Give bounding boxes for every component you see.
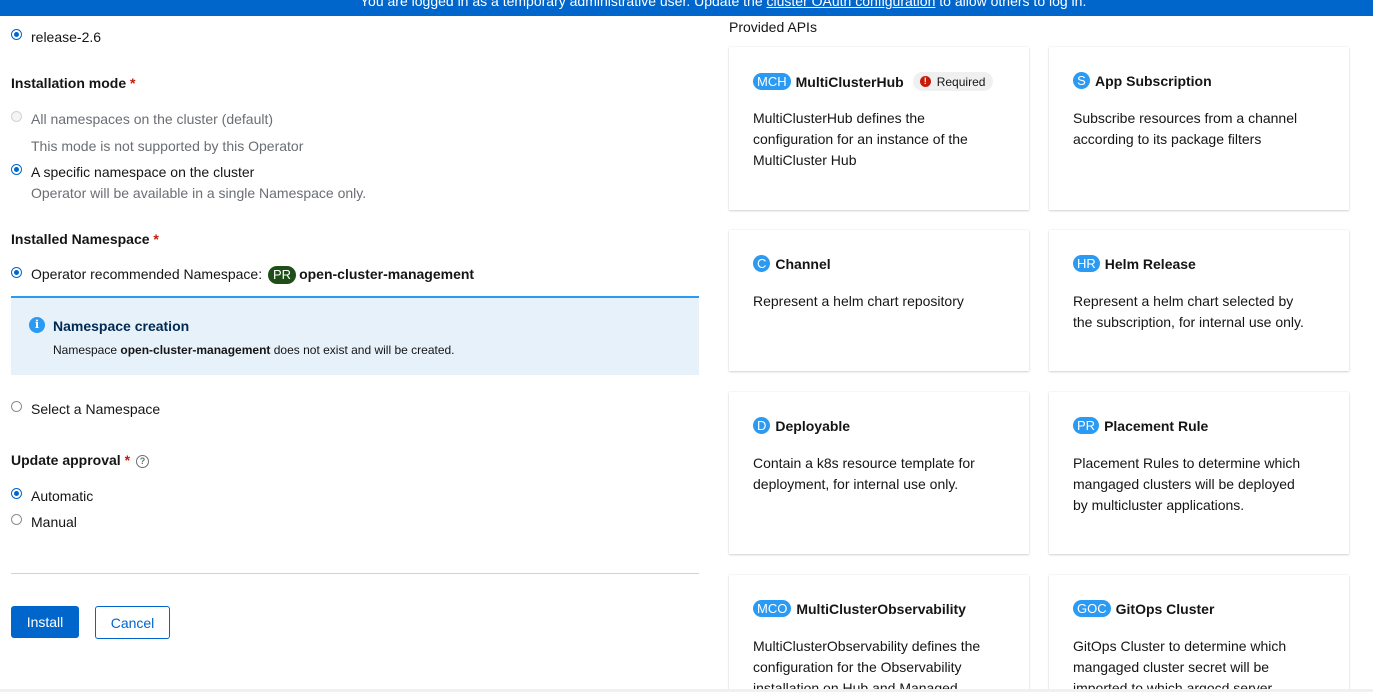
api-name: Channel bbox=[775, 255, 831, 272]
api-description: MultiClusterHub defines the configuratio… bbox=[753, 110, 968, 168]
api-badge: GOC bbox=[1073, 600, 1111, 617]
info-icon: i bbox=[29, 317, 45, 333]
api-card-multiclusterhub[interactable]: MCH MultiClusterHub ! Required MultiClust… bbox=[729, 47, 1029, 210]
installed-namespace-text: Installed Namespace bbox=[11, 231, 150, 247]
channel-label: release-2.6 bbox=[31, 29, 102, 45]
api-badge: C bbox=[753, 255, 771, 272]
installation-mode-text: Installation mode bbox=[11, 75, 127, 91]
api-description: GitOps Cluster to determine which mangag… bbox=[1073, 638, 1287, 692]
api-badge: HR bbox=[1073, 255, 1100, 272]
api-card-title: PR Placement Rule bbox=[1073, 417, 1208, 434]
all-namespaces-helper: This mode is not supported by this Opera… bbox=[31, 138, 304, 154]
alert-body-namespace: open-cluster-management bbox=[120, 343, 271, 357]
recommended-namespace-row: Operator recommended Namespace: PR open-c… bbox=[31, 265, 474, 284]
alert-title: Namespace creation bbox=[53, 318, 190, 334]
api-badge: S bbox=[1073, 72, 1090, 89]
question-circle-icon[interactable]: ? bbox=[136, 455, 150, 468]
required-mark: * bbox=[130, 75, 136, 91]
api-card-helm-release[interactable]: HR Helm Release Represent a helm chart s… bbox=[1049, 230, 1349, 371]
namespace-creation-alert: i Namespace creation Namespace open-clus… bbox=[11, 296, 699, 375]
all-namespaces-label: All namespaces on the cluster (default) bbox=[31, 111, 274, 127]
api-description: Represent a helm chart repository bbox=[753, 293, 964, 309]
recommended-namespace-name: open-cluster-management bbox=[299, 266, 475, 282]
alert-body-after: does not exist and will be created. bbox=[270, 343, 455, 357]
api-card-title: MCO MultiClusterObservability bbox=[753, 600, 966, 617]
api-badge: MCO bbox=[753, 600, 792, 617]
select-namespace-radio[interactable] bbox=[11, 401, 22, 412]
api-name: MultiClusterHub bbox=[795, 73, 904, 90]
api-name: Helm Release bbox=[1104, 255, 1196, 272]
installed-namespace-label: Installed Namespace * bbox=[11, 231, 159, 247]
api-description: Placement Rules to determine which manga… bbox=[1073, 455, 1301, 513]
api-description: Represent a helm chart selected by the s… bbox=[1073, 293, 1304, 330]
alert-body: Namespace open-cluster-management does n… bbox=[53, 343, 455, 357]
banner-text-before: You are logged in as a temporary adminis… bbox=[360, 0, 767, 9]
cancel-button[interactable]: Cancel bbox=[95, 606, 170, 639]
update-approval-label: Update approval *? bbox=[11, 452, 150, 468]
required-text: Required bbox=[936, 74, 986, 89]
api-card-gitops-cluster[interactable]: GOC GitOps Cluster GitOps Cluster to det… bbox=[1049, 575, 1349, 692]
api-card-deployable[interactable]: D Deployable Contain a k8s resource temp… bbox=[729, 392, 1029, 554]
api-description: Subscribe resources from a channel accor… bbox=[1073, 110, 1298, 147]
banner-text-after: to allow others to log in. bbox=[935, 0, 1087, 9]
automatic-label: Automatic bbox=[31, 488, 94, 504]
recommended-namespace-radio[interactable] bbox=[11, 267, 22, 278]
api-description: MultiClusterObservability defines the co… bbox=[753, 638, 981, 692]
api-card-title: S App Subscription bbox=[1073, 72, 1212, 89]
admin-banner: You are logged in as a temporary adminis… bbox=[0, 0, 1373, 16]
api-card-title: GOC GitOps Cluster bbox=[1073, 600, 1214, 617]
api-description: Contain a k8s resource template for depl… bbox=[753, 455, 975, 492]
channel-radio-release-2-6[interactable] bbox=[11, 29, 22, 40]
provided-apis-heading: Provided APIs bbox=[729, 19, 817, 35]
all-namespaces-radio[interactable] bbox=[11, 111, 22, 122]
specific-namespace-helper: Operator will be available in a single N… bbox=[31, 185, 367, 201]
api-card-multiclusterobservability[interactable]: MCO MultiClusterObservability MultiClust… bbox=[729, 575, 1029, 692]
api-card-app-subscription[interactable]: S App Subscription Subscribe resources f… bbox=[1049, 47, 1349, 210]
api-name: Deployable bbox=[775, 417, 851, 434]
api-card-channel[interactable]: C Channel Represent a helm chart reposit… bbox=[729, 230, 1029, 371]
api-name: Placement Rule bbox=[1104, 417, 1209, 434]
api-card-title: D Deployable bbox=[753, 417, 850, 434]
specific-namespace-radio[interactable] bbox=[11, 164, 22, 175]
api-name: App Subscription bbox=[1095, 72, 1212, 89]
required-mark: * bbox=[153, 231, 159, 247]
api-card-title: MCH MultiClusterHub ! Required bbox=[753, 72, 994, 91]
api-badge: PR bbox=[1073, 417, 1100, 434]
oauth-config-link[interactable]: cluster OAuth configuration bbox=[767, 0, 936, 9]
api-card-title: HR Helm Release bbox=[1073, 255, 1196, 272]
api-card-title: C Channel bbox=[753, 255, 831, 272]
required-mark: * bbox=[124, 452, 131, 468]
select-namespace-label: Select a Namespace bbox=[31, 401, 161, 417]
install-button[interactable]: Install bbox=[11, 606, 79, 638]
api-card-placement-rule[interactable]: PR Placement Rule Placement Rules to det… bbox=[1049, 392, 1349, 554]
alert-body-before: Namespace bbox=[53, 343, 121, 357]
required-label: ! Required bbox=[912, 72, 994, 91]
recommended-namespace-label: Operator recommended Namespace: bbox=[31, 266, 263, 282]
api-badge: MCH bbox=[753, 73, 791, 90]
manual-label: Manual bbox=[31, 514, 77, 530]
automatic-radio[interactable] bbox=[11, 488, 22, 499]
manual-radio[interactable] bbox=[11, 514, 22, 525]
api-name: MultiClusterObservability bbox=[796, 600, 966, 617]
update-approval-text: Update approval bbox=[11, 452, 121, 468]
form-divider bbox=[11, 573, 699, 574]
banner-text: You are logged in as a temporary adminis… bbox=[360, 0, 1086, 9]
installation-mode-label: Installation mode * bbox=[11, 75, 135, 91]
exclamation-circle-icon: ! bbox=[919, 76, 931, 87]
specific-namespace-label: A specific namespace on the cluster bbox=[31, 164, 255, 180]
api-name: GitOps Cluster bbox=[1115, 600, 1215, 617]
project-badge: PR bbox=[268, 266, 297, 284]
api-badge: D bbox=[753, 417, 771, 434]
